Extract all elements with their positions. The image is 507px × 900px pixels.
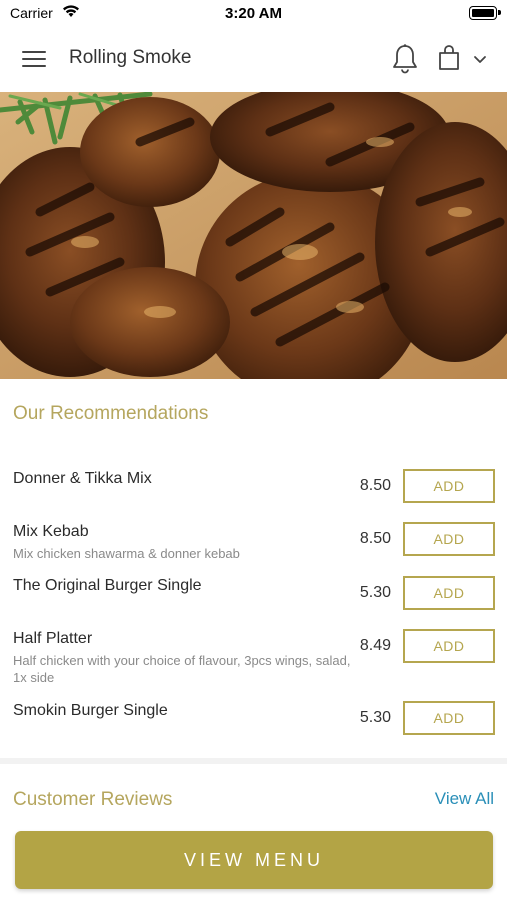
add-button[interactable]: ADD: [403, 701, 495, 735]
item-price: 8.50: [359, 477, 391, 494]
item-description: Half chicken with your choice of flavour…: [13, 653, 351, 685]
view-menu-button[interactable]: VIEW MENU: [15, 831, 493, 889]
item-price: 5.30: [359, 584, 391, 601]
add-button[interactable]: ADD: [403, 629, 495, 663]
grilled-chicken-image: [0, 92, 507, 379]
chevron-down-icon[interactable]: [472, 53, 488, 65]
hero-image: [0, 92, 507, 379]
recommendations-title: Our Recommendations: [13, 403, 209, 424]
shopping-bag-icon[interactable]: [437, 44, 461, 72]
item-price: 5.30: [359, 709, 391, 726]
item-name: Half Platter: [13, 630, 93, 647]
item-price: 8.50: [359, 530, 391, 547]
add-button[interactable]: ADD: [403, 522, 495, 556]
item-name: The Original Burger Single: [13, 577, 202, 594]
item-name: Donner & Tikka Mix: [13, 470, 152, 487]
page-title: Rolling Smoke: [69, 47, 192, 68]
status-bar: Carrier 3:20 AM: [0, 0, 507, 26]
app-header: Rolling Smoke: [0, 26, 507, 92]
menu-icon[interactable]: [22, 47, 48, 69]
bell-icon[interactable]: [390, 43, 420, 75]
add-button[interactable]: ADD: [403, 469, 495, 503]
battery-icon: [469, 6, 501, 20]
section-divider: [0, 758, 507, 764]
add-button[interactable]: ADD: [403, 576, 495, 610]
reviews-title: Customer Reviews: [13, 789, 173, 810]
view-all-link[interactable]: View All: [435, 789, 494, 809]
item-description: Mix chicken shawarma & donner kebab: [13, 546, 240, 561]
status-time: 3:20 AM: [225, 5, 282, 22]
item-name: Smokin Burger Single: [13, 702, 168, 719]
item-name: Mix Kebab: [13, 523, 89, 540]
item-price: 8.49: [359, 637, 391, 654]
